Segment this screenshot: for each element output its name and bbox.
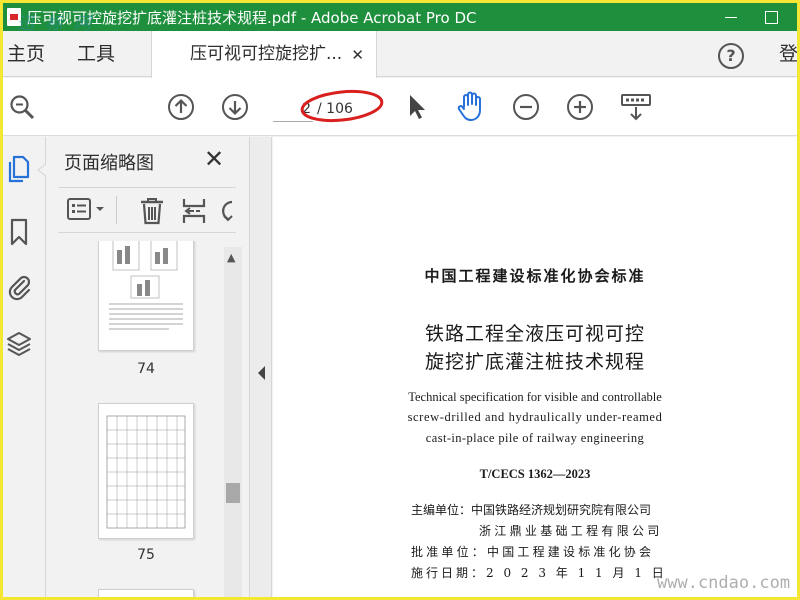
zoom-out-icon[interactable] — [512, 93, 540, 121]
close-tab-icon[interactable]: ✕ — [351, 46, 364, 64]
window-title: 压可视可控旋挖扩底灌注桩技术规程.pdf - Adobe Acrobat Pro… — [27, 8, 477, 27]
next-page-icon[interactable] — [221, 93, 249, 121]
bookmark-icon[interactable] — [5, 217, 33, 247]
scrollbar-thumb[interactable] — [226, 483, 240, 503]
help-icon[interactable]: ? — [718, 43, 744, 69]
thumbnail-page[interactable] — [98, 241, 194, 351]
co-editor-line: 浙江鼎业基础工程有限公司 — [479, 524, 663, 538]
panel-collapse-strip[interactable] — [250, 137, 272, 597]
page-thumbnails-panel: 页面缩略图 ✕ 74 75 ▲ — [46, 137, 250, 597]
thumbnail-page[interactable] — [98, 589, 194, 597]
annotation-ellipse — [300, 89, 384, 123]
thumbnail-toolbar — [58, 187, 236, 233]
select-cursor-icon[interactable] — [405, 92, 429, 122]
scan-keyboard-icon[interactable] — [619, 93, 653, 123]
thumbnail-page-number: 75 — [137, 547, 155, 563]
tab-bar: 主页 工具 压可视可控旋挖扩... ✕ ? 登 — [3, 31, 797, 78]
english-title-line: screw-drilled and hydraulically under-re… — [407, 410, 663, 424]
acrobat-window: 压可视可控旋挖扩底灌注桩技术规程.pdf - Adobe Acrobat Pro… — [3, 3, 797, 597]
close-panel-icon[interactable]: ✕ — [204, 145, 224, 173]
minimize-button[interactable] — [711, 3, 751, 31]
english-title-line: cast-in-place pile of railway engineerin… — [425, 431, 645, 445]
collapse-left-icon[interactable] — [256, 365, 266, 381]
delete-page-icon[interactable] — [138, 196, 166, 226]
zoom-search-icon[interactable] — [9, 94, 35, 120]
toolbar: 2 / 106 — [3, 78, 797, 136]
panel-title: 页面缩略图 — [64, 153, 154, 174]
document-tab-label: 压可视可控旋挖扩... — [190, 44, 343, 64]
document-page[interactable]: 中国工程建设标准化协会标准 铁路工程全液压可视可控 旋挖扩底灌注桩技术规程 Te… — [273, 137, 797, 597]
tab-tools[interactable]: 工具 — [77, 31, 115, 77]
effective-date-line: 施行日期：2 0 2 3 年 1 1 月 1 日 — [411, 566, 667, 580]
attachment-icon[interactable] — [5, 271, 33, 301]
maximize-button[interactable] — [751, 3, 791, 31]
thumbnail-options-icon[interactable] — [66, 196, 106, 224]
navigation-rail — [3, 137, 47, 597]
watermark-bottom: www.cndao.com — [657, 573, 791, 593]
document-title-line: 铁路工程全液压可视可控 — [424, 323, 645, 345]
tab-home[interactable]: 主页 — [7, 31, 45, 77]
login-button[interactable]: 登 — [779, 31, 797, 77]
document-title-line: 旋挖扩底灌注桩技术规程 — [424, 351, 645, 373]
zoom-in-icon[interactable] — [566, 93, 594, 121]
thumbnail-page-number: 74 — [137, 361, 155, 377]
scroll-up-icon[interactable]: ▲ — [227, 251, 235, 264]
thumbnail-list[interactable]: 74 75 — [46, 241, 250, 597]
extract-page-icon[interactable] — [180, 196, 208, 226]
toolbar-divider — [116, 196, 117, 224]
page-thumbnails-icon[interactable] — [5, 153, 33, 183]
thumbnail-page[interactable] — [98, 403, 194, 539]
previous-page-icon[interactable] — [167, 93, 195, 121]
association-standard: 中国工程建设标准化协会标准 — [424, 267, 646, 285]
standard-number: T/CECS 1362—2023 — [479, 467, 591, 481]
tab-document[interactable]: 压可视可控旋挖扩... ✕ — [151, 31, 377, 78]
page-preview — [106, 415, 186, 529]
thumbnail-scrollbar[interactable]: ▲ — [224, 247, 242, 597]
chief-editor-line: 主编单位：中国铁路经济规划研究院有限公司 — [411, 503, 652, 517]
english-title-line: Technical specification for visible and … — [408, 390, 662, 404]
title-bar: 压可视可控旋挖扩底灌注桩技术规程.pdf - Adobe Acrobat Pro… — [3, 3, 797, 31]
approval-unit-line: 批准单位：中国工程建设标准化协会 — [411, 545, 655, 559]
hand-tool-icon[interactable] — [455, 90, 487, 122]
rotate-page-icon[interactable] — [220, 196, 234, 226]
page-preview — [109, 241, 183, 330]
layers-icon[interactable] — [5, 329, 33, 359]
